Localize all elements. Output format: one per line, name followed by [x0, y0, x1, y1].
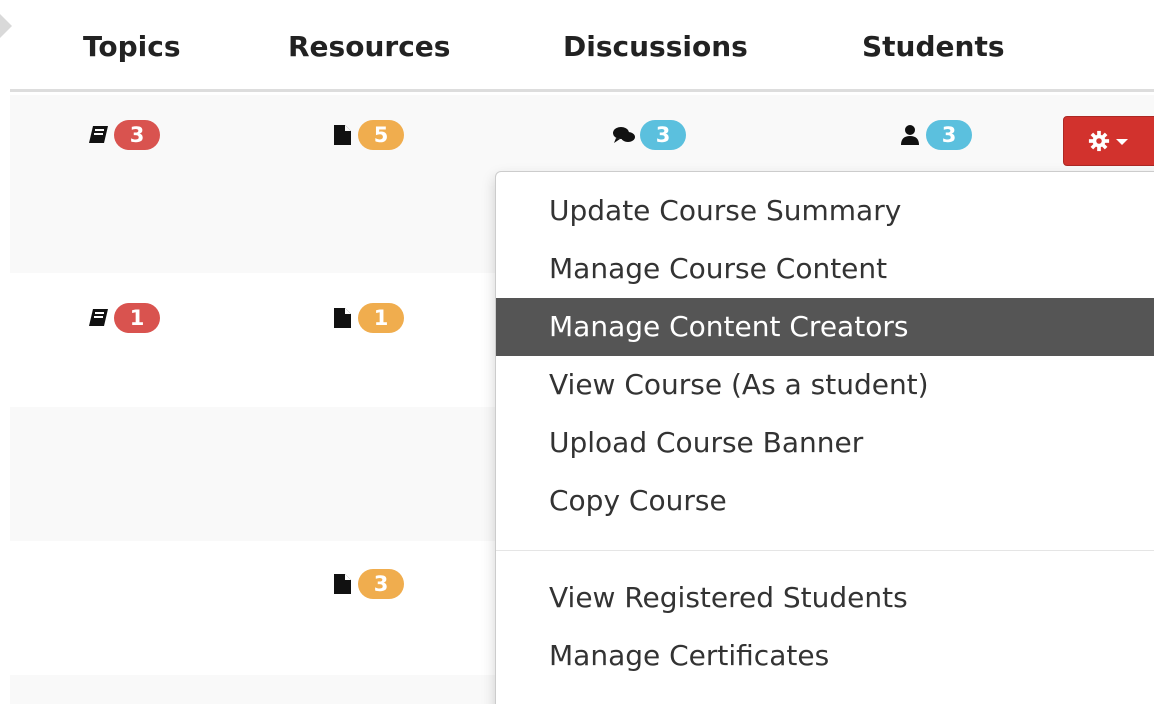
- menu-item-manage-certificates[interactable]: Manage Certificates: [496, 627, 1154, 685]
- resources-badge: 3: [358, 569, 404, 599]
- menu-item-manage-content-creators[interactable]: Manage Content Creators: [496, 298, 1154, 356]
- header-topics: Topics: [83, 30, 181, 63]
- file-icon: [330, 572, 354, 596]
- menu-item-view-course-as-student[interactable]: View Course (As a student): [496, 356, 1154, 414]
- topics-count[interactable]: 1: [86, 303, 160, 333]
- header-discussions: Discussions: [563, 30, 748, 63]
- file-icon: [330, 306, 354, 330]
- course-actions-menu: Update Course Summary Manage Course Cont…: [495, 171, 1154, 704]
- menu-item-upload-course-banner[interactable]: Upload Course Banner: [496, 414, 1154, 472]
- topics-badge: 1: [114, 303, 160, 333]
- course-actions-button[interactable]: [1063, 116, 1154, 166]
- book-icon: [86, 306, 110, 330]
- topics-count[interactable]: 3: [86, 120, 160, 150]
- resources-count[interactable]: 1: [330, 303, 404, 333]
- resources-badge: 5: [358, 120, 404, 150]
- menu-item-manage-course-content[interactable]: Manage Course Content: [496, 240, 1154, 298]
- menu-divider: [496, 550, 1154, 551]
- chevron-down-icon: [1116, 139, 1128, 145]
- header-students: Students: [862, 30, 1005, 63]
- resources-count[interactable]: 5: [330, 120, 404, 150]
- resources-count[interactable]: 3: [330, 569, 404, 599]
- students-count[interactable]: 3: [898, 120, 972, 150]
- user-icon: [898, 123, 922, 147]
- book-icon: [86, 123, 110, 147]
- students-badge: 3: [926, 120, 972, 150]
- header-resources: Resources: [288, 30, 451, 63]
- file-icon: [330, 123, 354, 147]
- discussions-badge: 3: [640, 120, 686, 150]
- topics-badge: 3: [114, 120, 160, 150]
- table-header: Topics Resources Discussions Students: [10, 0, 1154, 92]
- gear-icon: [1088, 130, 1110, 152]
- menu-item-view-registered-students[interactable]: View Registered Students: [496, 569, 1154, 627]
- discussions-count[interactable]: 3: [612, 120, 686, 150]
- resources-badge: 1: [358, 303, 404, 333]
- menu-item-copy-course[interactable]: Copy Course: [496, 472, 1154, 530]
- menu-item-update-course-summary[interactable]: Update Course Summary: [496, 182, 1154, 240]
- comments-icon: [612, 123, 636, 147]
